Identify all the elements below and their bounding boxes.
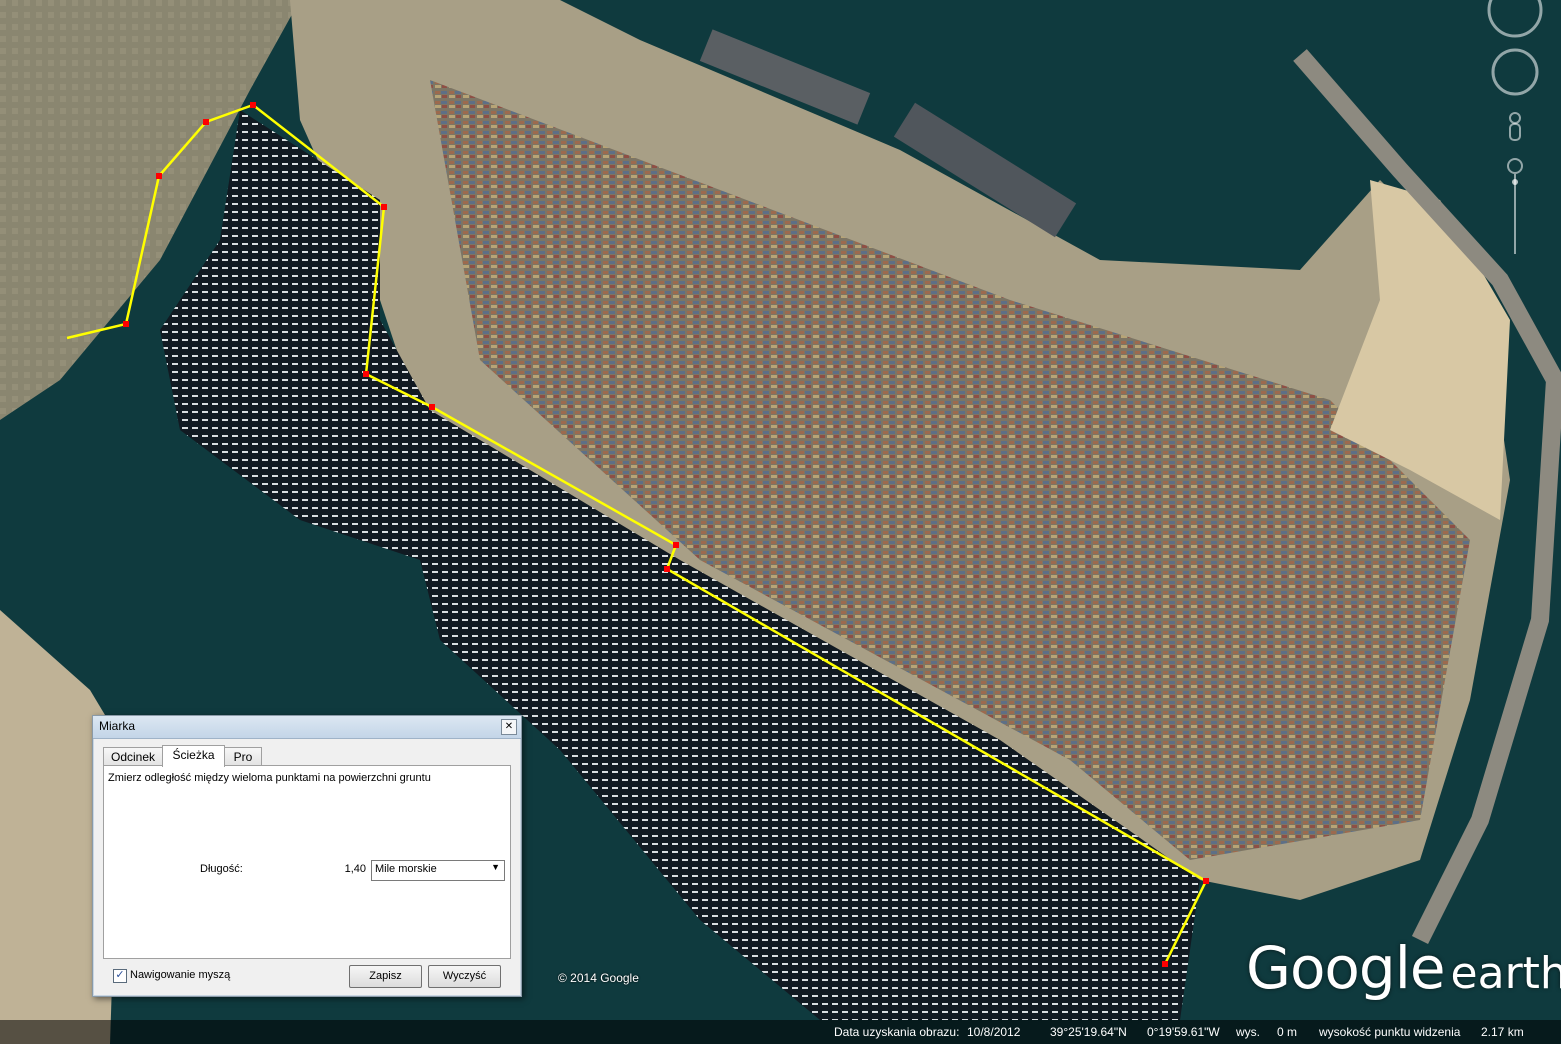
chevron-down-icon: ▼ — [491, 862, 500, 872]
tab-pro[interactable]: Pro — [224, 747, 262, 766]
unit-selected-value: Mile morskie — [375, 863, 437, 875]
zoom-slider[interactable] — [1507, 158, 1523, 254]
elevation-label: wys. — [1236, 1025, 1260, 1039]
save-button[interactable]: Zapisz — [349, 965, 422, 988]
elevation: 0 m — [1277, 1025, 1298, 1039]
eye-alt: 2.17 km — [1481, 1025, 1524, 1039]
measure-dialog: Miarka ✕ Odcinek Ścieżka Pro Zmierz odle… — [92, 715, 522, 997]
length-label: Długość: — [200, 863, 243, 875]
latitude: 39°25'19.64"N — [1050, 1025, 1127, 1039]
dialog-title: Miarka — [99, 719, 136, 733]
logo-google-text: Google — [1246, 934, 1446, 1002]
street-view-pegman-icon[interactable] — [1509, 112, 1521, 141]
length-value: 1,40 — [344, 863, 366, 875]
status-bar: Data uzyskania obrazu: 10/8/2012 39°25'1… — [0, 1020, 1561, 1044]
google-earth-logo: Google earth — [1246, 934, 1561, 1002]
map-copyright: © 2014 Google — [558, 971, 639, 985]
unit-select[interactable]: Mile morskie ▼ — [371, 860, 505, 881]
navigation-controls[interactable] — [1478, 0, 1558, 260]
move-control-icon[interactable] — [1491, 48, 1539, 96]
tab-panel-path: Zmierz odległość między wieloma punktami… — [103, 765, 511, 959]
tab-sciezka[interactable]: Ścieżka — [162, 745, 225, 767]
mouse-nav-checkbox[interactable]: ✓ — [113, 969, 127, 983]
image-date-label: Data uzyskania obrazu: — [834, 1025, 960, 1039]
image-date: 10/8/2012 — [967, 1025, 1021, 1039]
dialog-titlebar[interactable]: Miarka ✕ — [93, 716, 521, 739]
eye-alt-label: wysokość punktu widzenia — [1319, 1025, 1461, 1039]
longitude: 0°19'59.61"W — [1147, 1025, 1220, 1039]
tab-odcinek[interactable]: Odcinek — [103, 747, 163, 766]
clear-button[interactable]: Wyczyść — [428, 965, 501, 988]
measure-description: Zmierz odległość między wieloma punktami… — [108, 772, 431, 784]
look-control-icon[interactable] — [1487, 0, 1543, 38]
mouse-nav-label: Nawigowanie myszą — [130, 969, 231, 981]
logo-earth-text: earth — [1450, 948, 1561, 999]
close-icon[interactable]: ✕ — [501, 719, 517, 735]
